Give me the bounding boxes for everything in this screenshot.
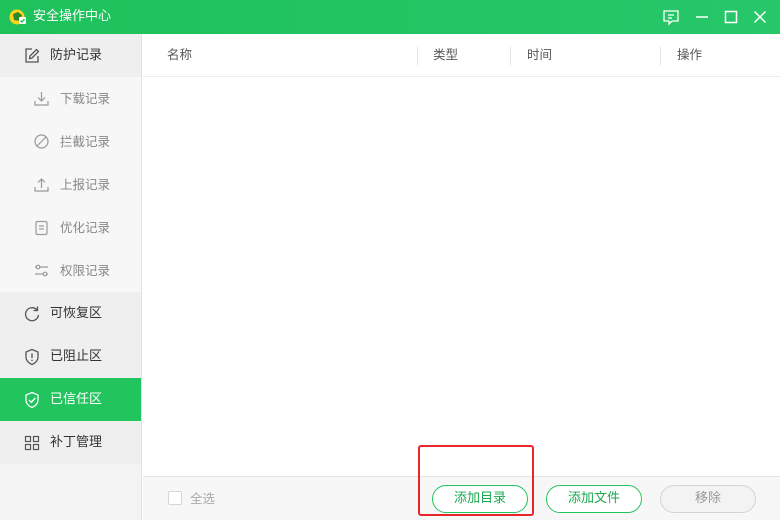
sidebar-item-label: 可恢复区: [50, 306, 103, 321]
block-icon: [33, 133, 51, 151]
shield-check-icon: [23, 391, 41, 409]
sidebar-item-label: 权限记录: [60, 263, 111, 278]
sidebar-item-label: 已信任区: [50, 392, 103, 407]
column-header-name[interactable]: 名称: [167, 47, 192, 63]
sidebar: 防护记录 下载记录 拦截记录 上报记录 优化记录 权限记录 可恢复区 已阻止区 …: [0, 34, 142, 520]
upload-icon: [33, 176, 51, 194]
sidebar-item-recoverable-zone[interactable]: 可恢复区: [0, 292, 141, 335]
grid-icon: [23, 434, 41, 452]
minimize-icon[interactable]: [692, 7, 712, 27]
column-header-action[interactable]: 操作: [677, 47, 702, 63]
maximize-icon[interactable]: [721, 7, 741, 27]
sidebar-item-permission-records[interactable]: 权限记录: [0, 249, 141, 292]
title-bar: 安全操作中心: [0, 0, 780, 34]
column-divider[interactable]: [417, 47, 418, 65]
main-panel: 名称 类型 时间 操作 全选 添加目录 添加文件 移除: [143, 34, 780, 520]
sidebar-item-label: 拦截记录: [60, 134, 111, 149]
app-logo-icon: [9, 8, 27, 26]
close-icon[interactable]: [750, 7, 770, 27]
sidebar-item-label: 补丁管理: [50, 435, 103, 450]
sidebar-item-optimize-records[interactable]: 优化记录: [0, 206, 141, 249]
sidebar-item-intercept-records[interactable]: 拦截记录: [0, 120, 141, 163]
clipboard-icon: [33, 219, 51, 237]
sidebar-item-label: 防护记录: [50, 48, 103, 63]
window-title: 安全操作中心: [33, 9, 112, 24]
sidebar-item-label: 已阻止区: [50, 349, 103, 364]
column-divider[interactable]: [660, 47, 661, 65]
edit-icon: [23, 47, 41, 65]
sidebar-item-patch-management[interactable]: 补丁管理: [0, 421, 141, 464]
refresh-icon: [23, 305, 41, 323]
sidebar-item-label: 优化记录: [60, 220, 111, 235]
table-body: [143, 77, 780, 476]
footer-bar: 全选 添加目录 添加文件 移除: [143, 476, 780, 520]
column-header-type[interactable]: 类型: [433, 47, 458, 63]
feedback-icon[interactable]: [661, 7, 681, 27]
select-all-checkbox[interactable]: [168, 491, 182, 505]
sidebar-item-trusted-zone[interactable]: 已信任区: [0, 378, 141, 421]
column-header-time[interactable]: 时间: [527, 47, 552, 63]
add-directory-button[interactable]: 添加目录: [432, 485, 528, 513]
sidebar-item-label: 上报记录: [60, 177, 111, 192]
sidebar-item-report-records[interactable]: 上报记录: [0, 163, 141, 206]
sidebar-item-download-records[interactable]: 下载记录: [0, 77, 141, 120]
table-header: 名称 类型 时间 操作: [143, 34, 780, 77]
add-file-button[interactable]: 添加文件: [546, 485, 642, 513]
column-divider[interactable]: [510, 47, 511, 65]
shield-alert-icon: [23, 348, 41, 366]
remove-button[interactable]: 移除: [660, 485, 756, 513]
slider-icon: [33, 262, 51, 280]
sidebar-item-blocked-zone[interactable]: 已阻止区: [0, 335, 141, 378]
sidebar-item-protection-records[interactable]: 防护记录: [0, 34, 141, 77]
sidebar-item-label: 下载记录: [60, 91, 111, 106]
download-icon: [33, 90, 51, 108]
select-all-label[interactable]: 全选: [190, 491, 215, 507]
